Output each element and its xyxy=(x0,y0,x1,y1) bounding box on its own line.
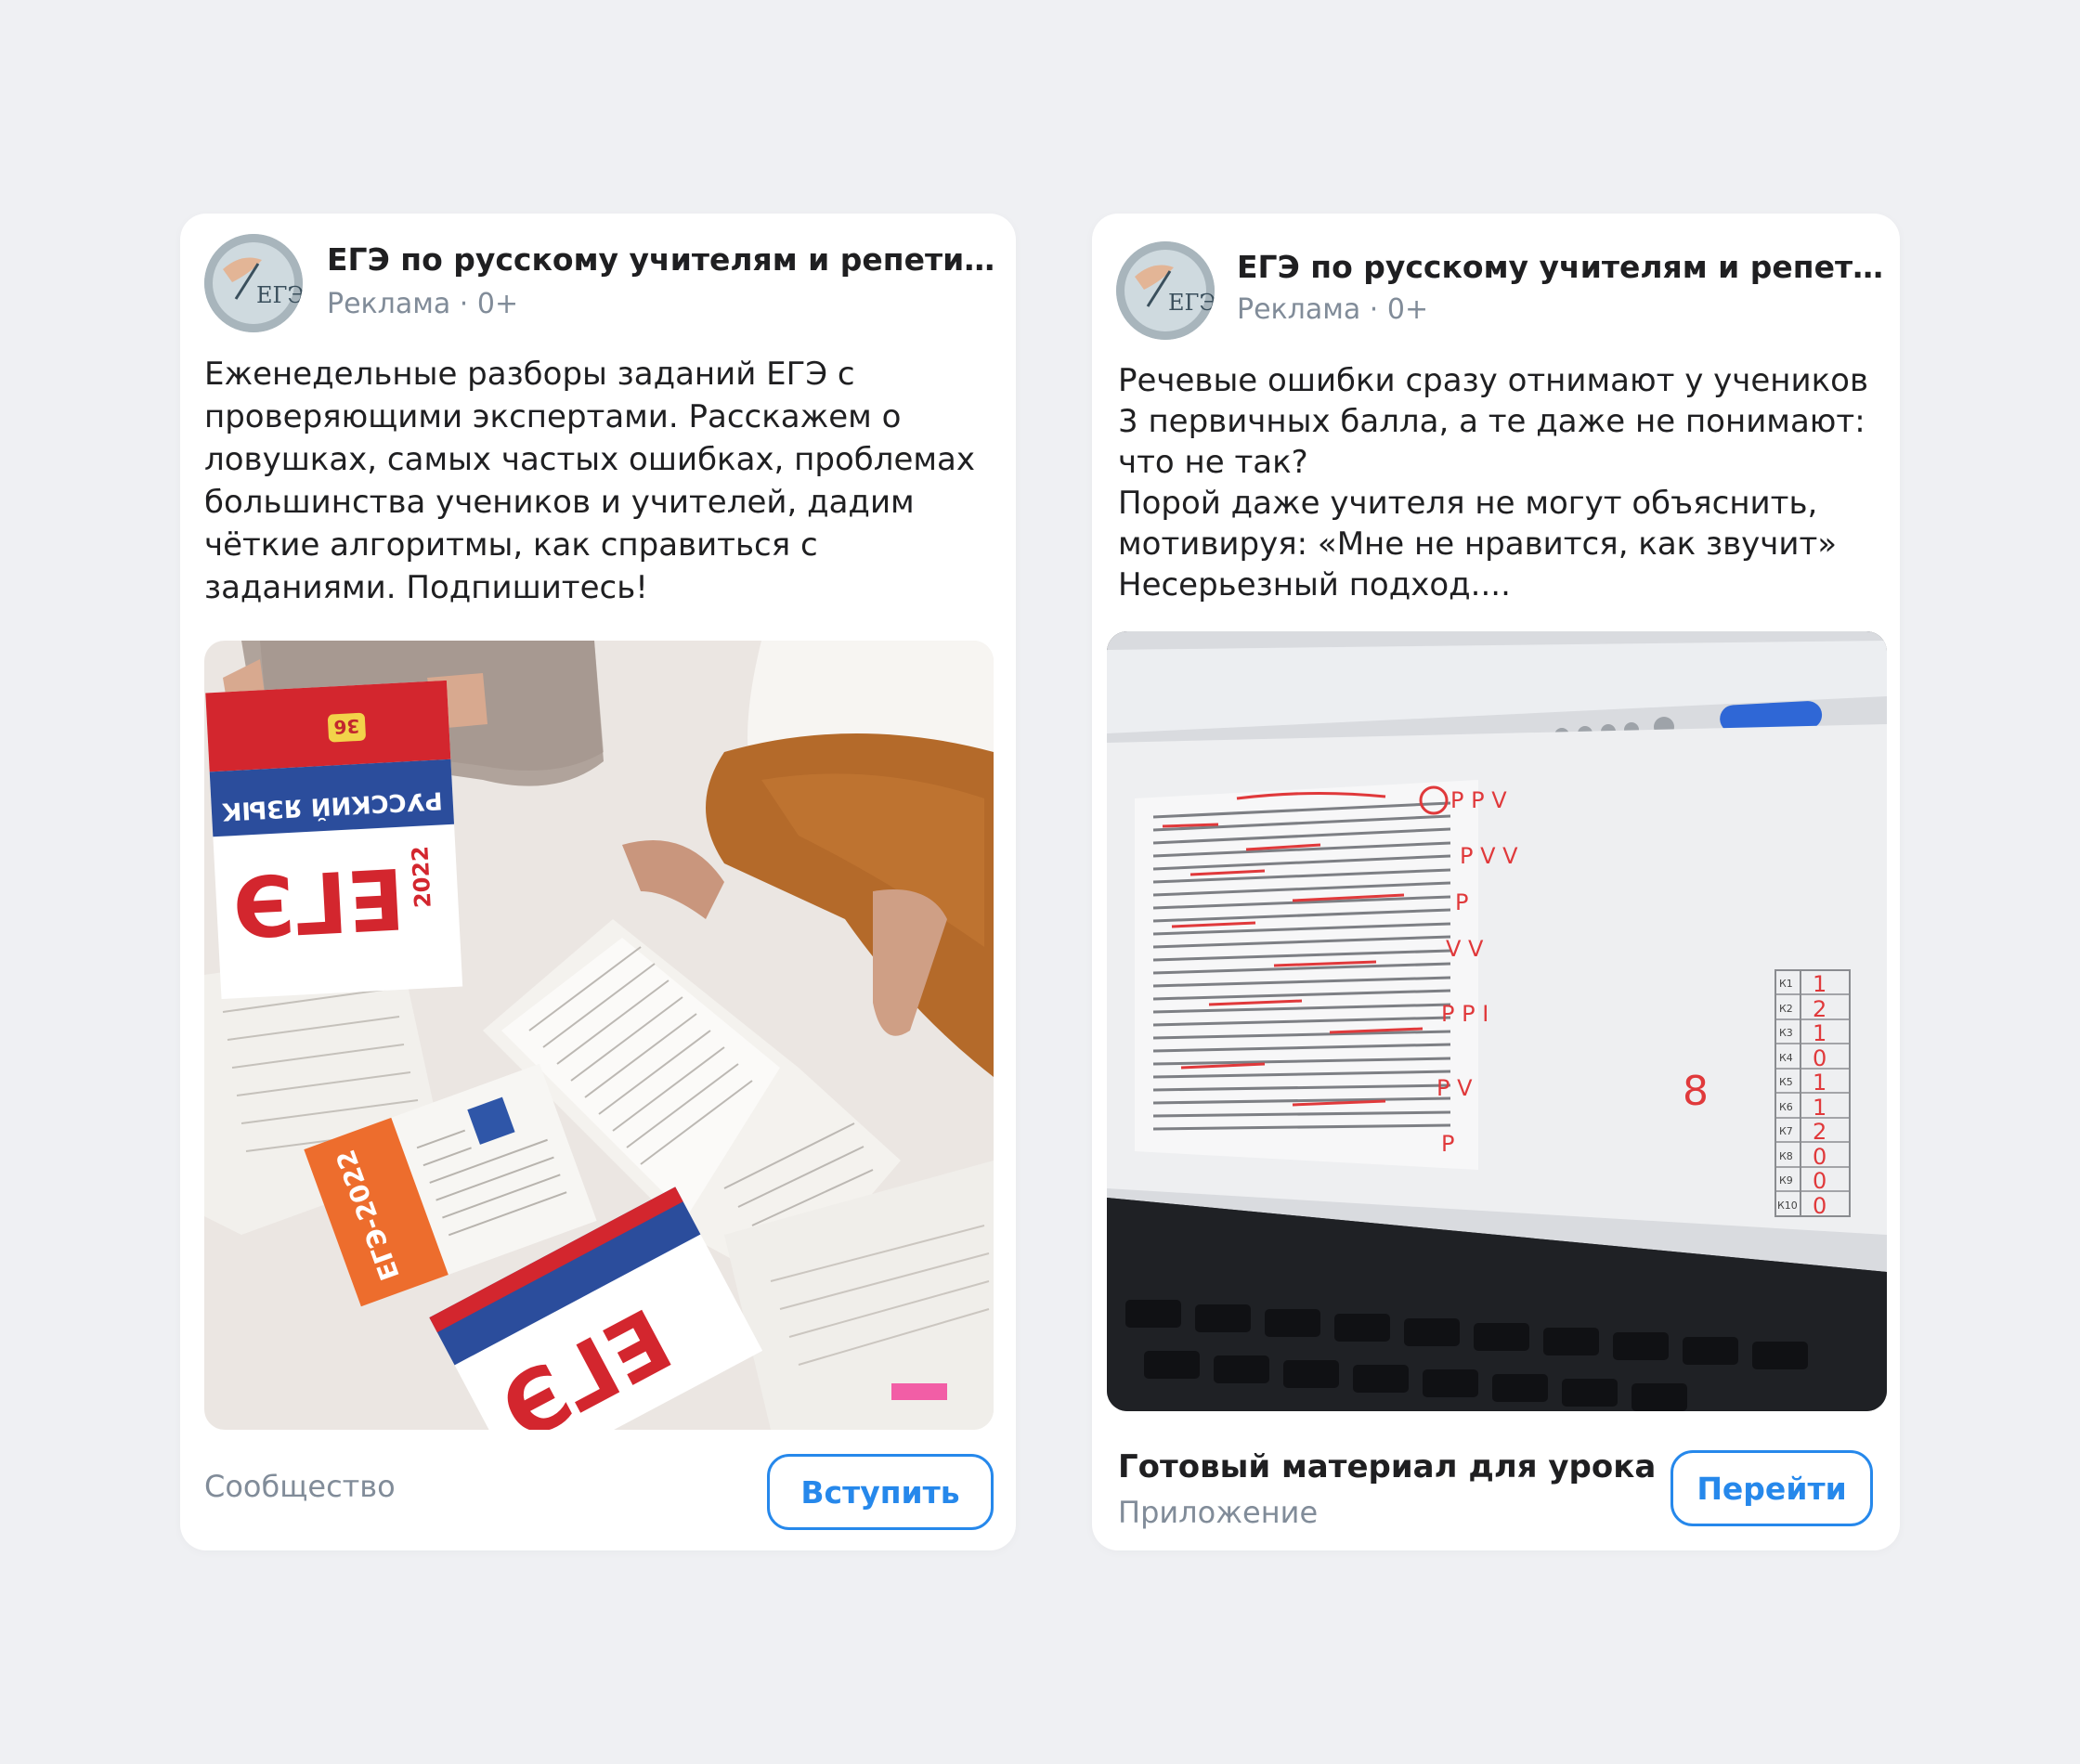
criterion-label: К1 xyxy=(1779,978,1793,990)
svg-text:P V V: P V V xyxy=(1460,843,1518,869)
avatar-text: ЕГЭ xyxy=(256,282,303,308)
book-brand-text: ЕГЭ xyxy=(230,849,407,955)
criterion-score: 2 xyxy=(1813,996,1826,1022)
community-avatar[interactable]: ЕГЭ xyxy=(1116,241,1215,340)
svg-text:V V: V V xyxy=(1446,936,1484,962)
community-avatar[interactable]: ЕГЭ xyxy=(204,234,303,332)
svg-text:P: P xyxy=(1455,889,1468,915)
open-button[interactable]: Перейти xyxy=(1670,1450,1873,1526)
footer-type-label: Приложение xyxy=(1118,1495,1319,1530)
join-button[interactable]: Вступить xyxy=(767,1454,994,1530)
total-score: 8 xyxy=(1683,1068,1709,1115)
criterion-score: 0 xyxy=(1813,1193,1826,1219)
criterion-label: К4 xyxy=(1779,1052,1793,1064)
app-title[interactable]: Готовый материал для урока xyxy=(1118,1448,1656,1485)
ad-label: Реклама · 0+ xyxy=(327,288,519,320)
criterion-score: 0 xyxy=(1813,1168,1826,1194)
criterion-score: 1 xyxy=(1813,1020,1826,1046)
criterion-label: К2 xyxy=(1779,1003,1793,1015)
criterion-label: К5 xyxy=(1779,1076,1793,1088)
ad-card-community: ЕГЭ ЕГЭ по русскому учителям и репети… Р… xyxy=(180,214,1016,1550)
community-title[interactable]: ЕГЭ по русскому учителям и репети… xyxy=(327,241,995,278)
criterion-label: К3 xyxy=(1779,1027,1793,1039)
book-year-text: 2022 xyxy=(407,846,436,909)
svg-text:P V: P V xyxy=(1436,1075,1473,1101)
criterion-label: К9 xyxy=(1779,1174,1793,1187)
book-badge-text: 36 xyxy=(333,715,360,738)
ad-text: Еженедельные разборы заданий ЕГЭ с прове… xyxy=(204,356,975,606)
criterion-score: 2 xyxy=(1813,1119,1826,1145)
svg-text:P P V: P P V xyxy=(1450,787,1507,813)
svg-text:P: P xyxy=(1441,1131,1454,1157)
ad-text: Речевые ошибки сразу отнимают у учеников… xyxy=(1118,362,1868,603)
ad-card-app: ЕГЭ ЕГЭ по русскому учителям и репети… Р… xyxy=(1092,214,1900,1550)
criterion-score: 1 xyxy=(1813,971,1826,997)
criterion-score: 1 xyxy=(1813,1095,1826,1121)
ad-label: Реклама · 0+ xyxy=(1237,293,1429,326)
criterion-score: 0 xyxy=(1813,1045,1826,1071)
ad-photo-books[interactable]: РУССКИЙ ЯЗЫК 36 ЕГЭ 2022 ЕГЭ-2022 ЕГЭ xyxy=(204,641,994,1430)
criterion-label: К7 xyxy=(1779,1125,1793,1137)
svg-text:P P I: P P I xyxy=(1441,1001,1488,1027)
footer-type-label: Сообщество xyxy=(204,1469,396,1504)
criterion-label: К6 xyxy=(1779,1101,1793,1113)
criterion-score: 0 xyxy=(1813,1144,1826,1170)
ad-photo-laptop[interactable]: P P V P V V P V V P P I P V P К1 К2 К3 К… xyxy=(1107,631,1887,1411)
criterion-label: К10 xyxy=(1777,1200,1798,1212)
avatar-text: ЕГЭ xyxy=(1168,290,1215,316)
community-title[interactable]: ЕГЭ по русскому учителям и репети… xyxy=(1237,249,1887,285)
criterion-label: К8 xyxy=(1779,1150,1793,1162)
criterion-score: 1 xyxy=(1813,1070,1826,1096)
